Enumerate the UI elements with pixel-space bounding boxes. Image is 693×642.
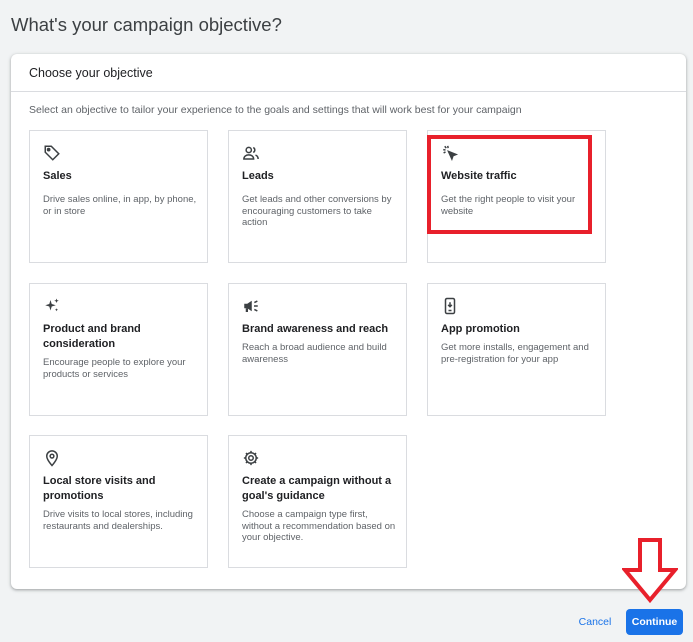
objective-panel: Choose your objective Select an objectiv… — [11, 54, 686, 589]
card-description: Get the right people to visit your websi… — [441, 194, 576, 217]
card-description: Get leads and other conversions by encou… — [242, 194, 392, 228]
people-icon — [242, 144, 260, 162]
card-title: Brand awareness and reach — [242, 323, 389, 335]
card-title: Local store visits and promotions — [43, 475, 156, 502]
continue-button[interactable]: Continue — [626, 609, 683, 635]
card-description: Reach a broad audience and build awarene… — [242, 342, 387, 365]
objective-card-local-store-visits[interactable]: Local store visits and promotions Drive … — [29, 435, 208, 568]
objective-card-leads[interactable]: Leads Get leads and other conversions by… — [228, 130, 407, 263]
panel-subtitle: Select an objective to tailor your exper… — [29, 104, 522, 116]
objective-card-brand-awareness[interactable]: Brand awareness and reach Reach a broad … — [228, 283, 407, 416]
card-title: Create a campaign without a goal's guida… — [242, 475, 392, 502]
sparkle-icon — [43, 297, 61, 315]
objective-card-app-promotion[interactable]: App promotion Get more installs, engagem… — [427, 283, 606, 416]
megaphone-icon — [242, 297, 260, 315]
page-title: What's your campaign objective? — [11, 14, 282, 35]
card-description: Get more installs, engagement and pre-re… — [441, 342, 589, 365]
card-description: Choose a campaign type first, without a … — [242, 509, 396, 543]
phone-download-icon — [441, 297, 459, 315]
cursor-click-icon — [441, 144, 459, 162]
tag-icon — [43, 144, 61, 162]
arrow-down-icon — [622, 538, 678, 603]
card-title: App promotion — [441, 323, 520, 335]
objective-card-product-brand-consideration[interactable]: Product and brand consideration Encourag… — [29, 283, 208, 416]
card-title: Sales — [43, 170, 72, 182]
card-title: Website traffic — [441, 170, 517, 182]
card-title: Leads — [242, 170, 274, 182]
location-pin-icon — [43, 449, 61, 467]
card-description: Drive sales online, in app, by phone, or… — [43, 194, 197, 217]
cancel-button[interactable]: Cancel — [572, 610, 618, 634]
objective-card-website-traffic[interactable]: Website traffic Get the right people to … — [427, 130, 606, 263]
panel-header: Choose your objective — [11, 54, 686, 92]
objective-card-sales[interactable]: Sales Drive sales online, in app, by pho… — [29, 130, 208, 263]
card-description: Encourage people to explore your product… — [43, 357, 186, 380]
objective-card-no-goal-guidance[interactable]: Create a campaign without a goal's guida… — [228, 435, 407, 568]
card-description: Drive visits to local stores, including … — [43, 509, 193, 532]
gear-icon — [242, 449, 260, 467]
card-title: Product and brand consideration — [43, 323, 141, 350]
